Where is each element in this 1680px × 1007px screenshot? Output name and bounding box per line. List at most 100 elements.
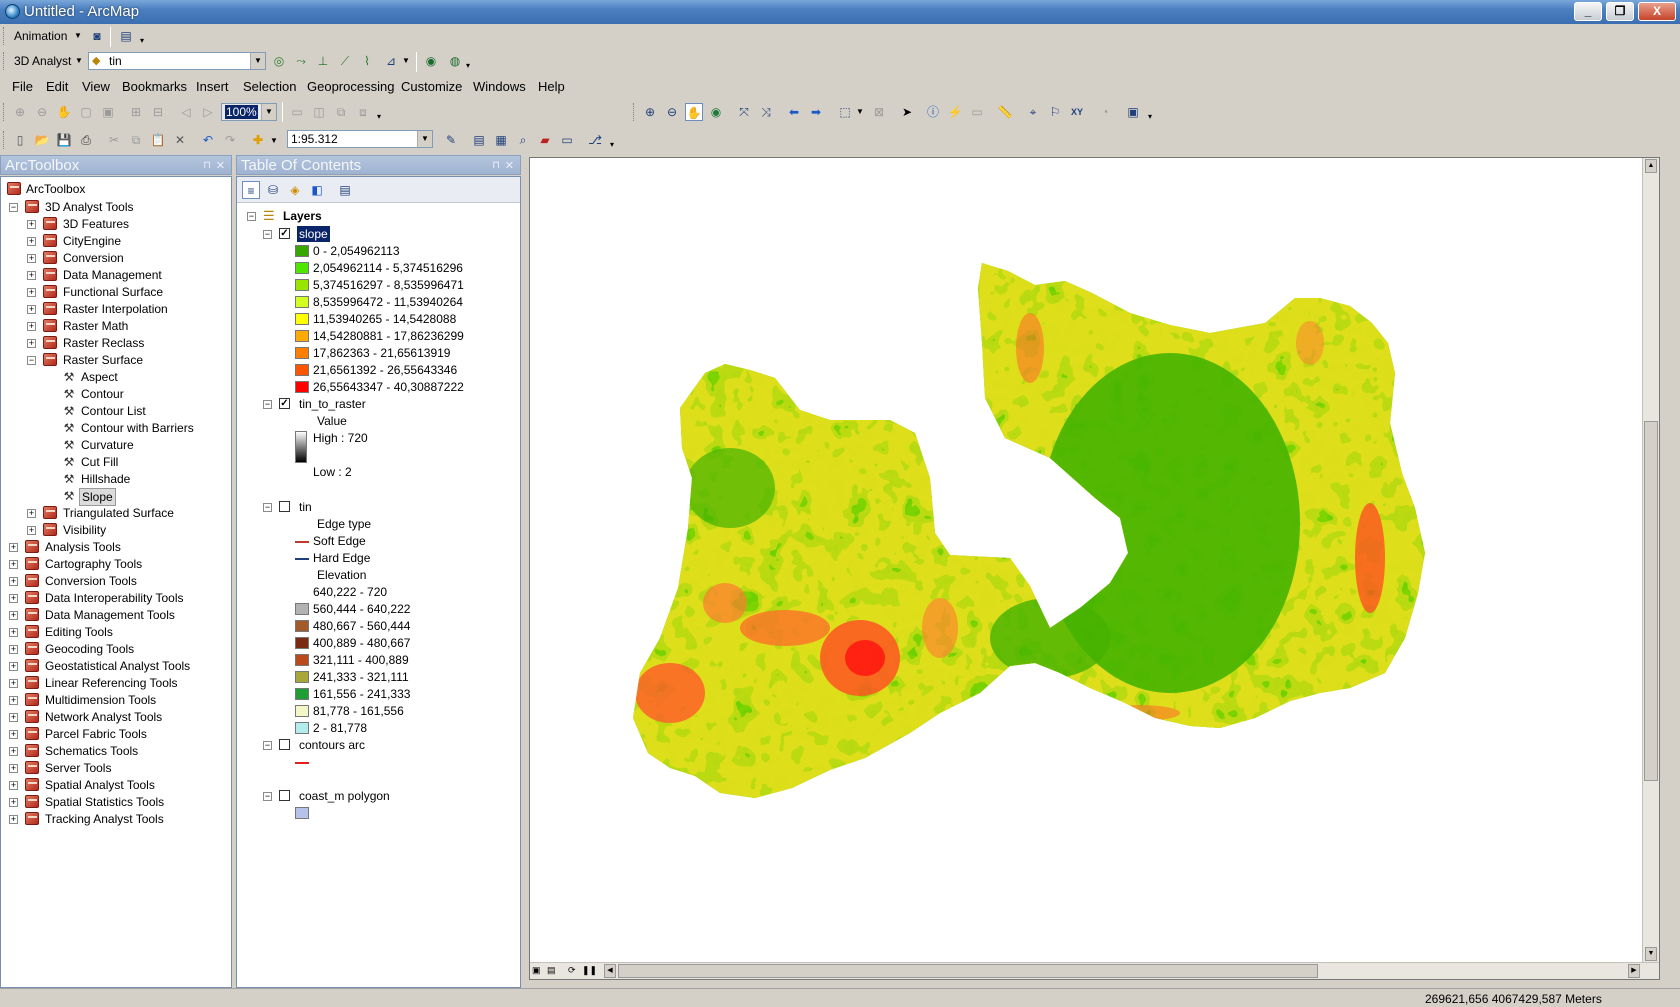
chevron-down-icon[interactable]: ▼: [270, 136, 278, 145]
steepest-path-icon[interactable]: ⤳: [292, 52, 310, 70]
toc-options-icon[interactable]: ▤: [336, 181, 354, 199]
toolbar-grip[interactable]: [3, 103, 6, 121]
expand-icon[interactable]: +: [27, 288, 36, 297]
expand-icon[interactable]: +: [9, 611, 18, 620]
modelbuilder-icon[interactable]: ⎇: [586, 131, 604, 149]
slope-raster-map[interactable]: [530, 158, 1643, 964]
map-vertical-scrollbar[interactable]: ▲ ▼: [1642, 158, 1659, 979]
pan-layout-icon[interactable]: ✋: [55, 103, 73, 121]
add-data-icon[interactable]: ✚: [249, 131, 267, 149]
menu-view[interactable]: View: [82, 79, 110, 94]
scroll-right-icon[interactable]: ▶: [1628, 964, 1640, 978]
expand-icon[interactable]: +: [27, 220, 36, 229]
scroll-up-icon[interactable]: ▲: [1645, 159, 1657, 173]
pin-icon[interactable]: ⊓: [203, 156, 211, 176]
data-view-icon[interactable]: ▣: [532, 965, 541, 976]
scroll-left-icon[interactable]: ◀: [604, 964, 616, 978]
print-icon[interactable]: ⎙: [77, 131, 95, 149]
menu-help[interactable]: Help: [538, 79, 565, 94]
python-window-icon[interactable]: ▭: [558, 131, 576, 149]
layer-visibility-checkbox[interactable]: ✓: [279, 398, 290, 409]
contour-tool-icon[interactable]: ◎: [270, 52, 288, 70]
interpolate-line-icon[interactable]: ⟋: [336, 52, 354, 70]
list-by-source-icon[interactable]: ⛁: [264, 181, 282, 199]
arcglobe-icon[interactable]: ◍: [446, 52, 464, 70]
expand-icon[interactable]: +: [9, 594, 18, 603]
zoom-in-icon[interactable]: ⊕: [641, 103, 659, 121]
delete-icon[interactable]: ✕: [171, 131, 189, 149]
chevron-down-icon[interactable]: ▼: [261, 104, 276, 120]
collapse-icon[interactable]: −: [9, 203, 18, 212]
close-panel-icon[interactable]: ✕: [505, 156, 514, 176]
list-by-drawing-order-icon[interactable]: ≡: [242, 181, 260, 199]
fixed-zoom-out-layout-icon[interactable]: ⊟: [149, 103, 167, 121]
expand-icon[interactable]: +: [9, 696, 18, 705]
list-by-selection-icon[interactable]: ◧: [308, 181, 326, 199]
map-scale-input[interactable]: 1:95.312 ▼: [287, 130, 433, 148]
undo-icon[interactable]: ↶: [199, 131, 217, 149]
change-layout-icon[interactable]: ⧉: [332, 103, 350, 121]
close-panel-icon[interactable]: ✕: [216, 156, 225, 176]
layer-name[interactable]: slope: [297, 226, 330, 242]
toolbar-options-icon[interactable]: ▾: [610, 140, 614, 149]
search-window-icon[interactable]: ⌕: [514, 131, 532, 149]
layer-name[interactable]: coast_m polygon: [297, 788, 392, 804]
layer-visibility-checkbox[interactable]: [279, 501, 290, 512]
list-by-visibility-icon[interactable]: ◈: [286, 181, 304, 199]
chevron-down-icon[interactable]: ▼: [250, 53, 265, 69]
zoom-out-layout-icon[interactable]: ⊖: [33, 103, 51, 121]
zoom-100-icon[interactable]: ▣: [99, 103, 117, 121]
toolbar-grip[interactable]: [633, 103, 636, 121]
expand-icon[interactable]: +: [9, 798, 18, 807]
collapse-icon[interactable]: −: [263, 503, 272, 512]
pan-icon[interactable]: ✋: [685, 103, 703, 121]
time-slider-icon[interactable]: ◔: [1096, 103, 1114, 121]
measure-icon[interactable]: 📏: [996, 103, 1014, 121]
go-to-xy-icon[interactable]: XY: [1068, 103, 1086, 121]
collapse-icon[interactable]: −: [247, 212, 256, 221]
toolbar-options-icon[interactable]: ▾: [377, 112, 381, 121]
select-elements-arrow-icon[interactable]: ➤: [898, 103, 916, 121]
toggle-draft-mode-icon[interactable]: ▭: [288, 103, 306, 121]
expand-icon[interactable]: +: [9, 713, 18, 722]
collapse-icon[interactable]: −: [263, 230, 272, 239]
refresh-icon[interactable]: ⟳: [568, 965, 576, 976]
chevron-down-icon[interactable]: ▼: [417, 131, 432, 147]
toolbar-options-icon[interactable]: ▾: [140, 36, 144, 45]
go-back-arrow-icon[interactable]: ⬅: [785, 103, 803, 121]
menu-insert[interactable]: Insert: [196, 79, 229, 94]
arctoolbox-window-icon[interactable]: ▰: [536, 131, 554, 149]
layer-name[interactable]: contours arc: [297, 737, 367, 753]
save-icon[interactable]: 💾: [55, 131, 73, 149]
animation-manager-icon[interactable]: ▤: [117, 27, 135, 45]
go-back-extent-layout-icon[interactable]: ◁: [177, 103, 195, 121]
arcscene-icon[interactable]: ◉: [422, 52, 440, 70]
profile-graph-icon[interactable]: ⊿: [382, 52, 400, 70]
go-forward-extent-layout-icon[interactable]: ▷: [199, 103, 217, 121]
expand-icon[interactable]: +: [27, 237, 36, 246]
chevron-down-icon[interactable]: ▼: [402, 56, 410, 65]
new-document-icon[interactable]: ▯: [11, 131, 29, 149]
cut-icon[interactable]: ✂: [105, 131, 123, 149]
expand-icon[interactable]: +: [27, 322, 36, 331]
select-features-icon[interactable]: ⬚: [836, 103, 854, 121]
expand-icon[interactable]: +: [27, 305, 36, 314]
expand-icon[interactable]: +: [9, 645, 18, 654]
vertical-scroll-thumb[interactable]: [1644, 421, 1658, 781]
catalog-window-icon[interactable]: ▦: [492, 131, 510, 149]
map-view[interactable]: ▲ ▼ ▣ ▤ ⟳ ❚❚ ◀ ▶: [529, 157, 1660, 980]
collapse-icon[interactable]: −: [263, 792, 272, 801]
expand-icon[interactable]: +: [9, 764, 18, 773]
hyperlink-icon[interactable]: ⚡: [946, 103, 964, 121]
expand-icon[interactable]: +: [9, 679, 18, 688]
camera-icon[interactable]: ◙: [88, 27, 106, 45]
toolbar-options-icon[interactable]: ▾: [466, 61, 470, 70]
go-forward-arrow-icon[interactable]: ➡: [807, 103, 825, 121]
fixed-zoom-in-layout-icon[interactable]: ⊞: [127, 103, 145, 121]
editor-toolbar-icon[interactable]: ✎: [442, 131, 460, 149]
expand-icon[interactable]: +: [9, 662, 18, 671]
toolbar-options-icon[interactable]: ▾: [1148, 112, 1152, 121]
collapse-icon[interactable]: −: [263, 741, 272, 750]
paste-icon[interactable]: 📋: [149, 131, 167, 149]
interpolate-point-icon[interactable]: ⊥: [314, 52, 332, 70]
